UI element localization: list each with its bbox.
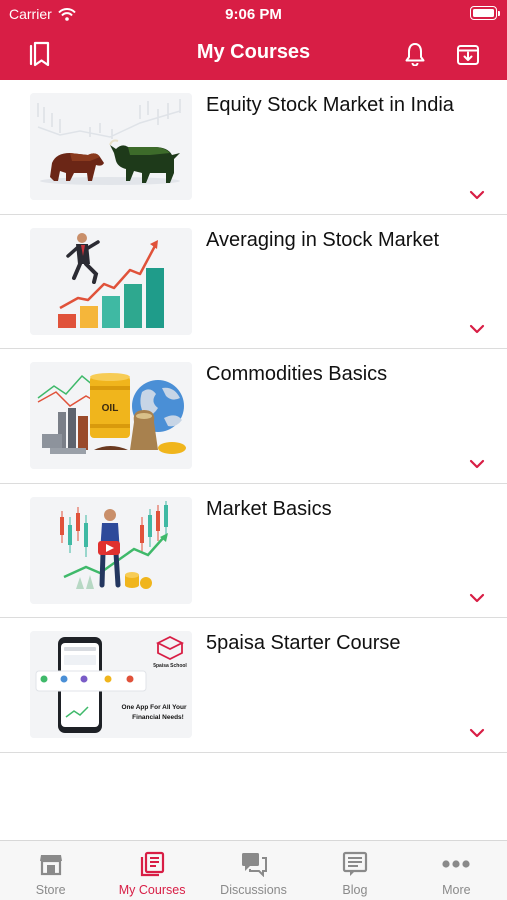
course-item[interactable]: 5paisa School One App For All Your Finan… <box>0 618 507 753</box>
rising-bars-illustration <box>30 227 192 335</box>
course-list: Equity Stock Market in India Averaging i… <box>0 80 507 753</box>
course-title: Equity Stock Market in India <box>206 94 454 116</box>
chevron-down-icon[interactable] <box>469 190 485 200</box>
course-item[interactable]: Market Basics <box>0 484 507 618</box>
nav-bar: My Courses <box>0 28 507 80</box>
discussions-icon <box>241 853 267 877</box>
course-thumbnail <box>30 496 192 604</box>
course-title: Averaging in Stock Market <box>206 228 440 251</box>
commodities-illustration: OIL <box>30 362 192 469</box>
tab-label: Store <box>35 883 66 897</box>
course-thumbnail <box>30 227 192 335</box>
blog-icon <box>342 851 368 876</box>
status-bar: Carrier 9:06 PM <box>0 0 507 28</box>
course-item[interactable]: Equity Stock Market in India <box>0 80 507 215</box>
bell-icon <box>405 43 425 66</box>
logo-text: 5paisa School <box>153 663 187 669</box>
course-item[interactable]: OIL Commodities Basics <box>0 349 507 484</box>
tab-store[interactable]: Store <box>0 841 101 900</box>
thumbnail-tagline-1: One App For All Your <box>122 704 187 711</box>
notifications-button[interactable] <box>399 38 431 70</box>
course-thumbnail: OIL <box>30 362 192 469</box>
course-thumbnail <box>30 93 192 200</box>
chevron-down-icon[interactable] <box>469 593 485 603</box>
store-icon <box>39 855 62 876</box>
tab-label: More <box>442 883 471 897</box>
battery-icon <box>470 6 500 20</box>
tab-label: My Courses <box>118 883 186 897</box>
bull-bear-illustration <box>30 93 192 200</box>
course-thumbnail: 5paisa School One App For All Your Finan… <box>30 631 192 738</box>
app-header: Carrier 9:06 PM My Courses <box>0 0 507 80</box>
tab-more[interactable]: More <box>406 841 507 900</box>
chevron-down-icon[interactable] <box>469 324 485 334</box>
tab-label: Discussions <box>220 883 287 897</box>
course-title: Market Basics <box>206 497 332 520</box>
tab-label: Blog <box>342 883 368 897</box>
market-basics-illustration <box>30 496 192 604</box>
download-box-icon <box>457 45 479 65</box>
tab-discussions[interactable]: Discussions <box>203 841 304 900</box>
chevron-down-icon[interactable] <box>469 728 485 738</box>
tab-my-courses[interactable]: My Courses <box>101 841 202 900</box>
tab-bar: Store My Courses Discussions Blog More <box>0 840 507 900</box>
chevron-down-icon[interactable] <box>469 459 485 469</box>
course-item[interactable]: Averaging in Stock Market <box>0 215 507 349</box>
svg-text:OIL: OIL <box>102 403 119 414</box>
thumbnail-tagline-2: Financial Needs! <box>132 714 184 721</box>
downloads-button[interactable] <box>452 38 484 70</box>
course-title: 5paisa Starter Course <box>206 632 401 654</box>
course-title: Commodities Basics <box>206 363 388 385</box>
more-icon <box>442 860 470 868</box>
status-time: 9:06 PM <box>225 6 282 23</box>
starter-course-illustration: 5paisa School One App For All Your Finan… <box>30 631 192 738</box>
courses-icon <box>141 851 165 877</box>
tab-blog[interactable]: Blog <box>304 841 405 900</box>
